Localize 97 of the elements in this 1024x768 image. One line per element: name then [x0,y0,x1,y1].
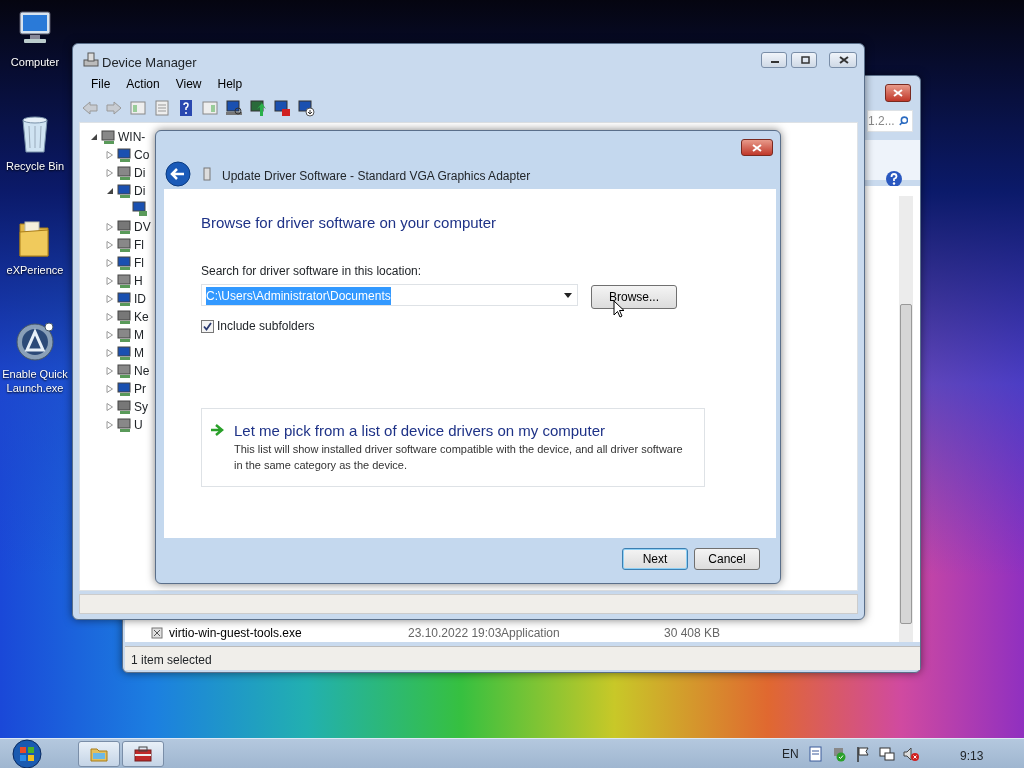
desktop-icon-label[interactable]: Enable Quick Launch.exe [0,367,70,395]
tree-item[interactable]: Ne [134,362,150,380]
back-icon[interactable] [165,161,191,187]
arrow-icon [210,424,224,436]
close-button[interactable] [885,84,911,102]
document-icon[interactable] [806,746,823,762]
device-icon [116,327,132,343]
close-icon [838,56,850,64]
device-icon [100,129,116,145]
option-card[interactable]: Let me pick from a list of device drivers on my computer This list will show installed driver software compatible with the device, and all driver software in the same category as the device. [201,408,705,487]
scroll-thumb[interactable] [900,304,912,624]
mouse-pointer-icon [613,300,625,318]
dialog-button[interactable]: Cancel [694,548,760,570]
help-icon[interactable] [885,170,903,188]
tree-item[interactable]: U [134,416,143,434]
tree-item[interactable]: DV [134,218,151,236]
scrollbar[interactable] [899,196,913,642]
file-icon [151,627,163,639]
toolbox-icon [133,744,153,764]
minimize-button[interactable] [761,52,787,68]
help-icon[interactable] [177,99,195,117]
tree-item[interactable]: Pr [134,380,146,398]
display-adapter-icon[interactable] [132,201,148,217]
option-title[interactable]: Let me pick from a list of device drivers on my computer [234,420,605,443]
close-icon [752,144,762,152]
search-field[interactable]: 1.2... [867,110,913,132]
device-icon [116,219,132,235]
file-type: Application [501,625,561,642]
scan-icon[interactable] [225,99,243,117]
uninstall-icon[interactable] [273,99,291,117]
tree-item[interactable]: Di [134,164,146,182]
maximize-icon [799,56,811,64]
expander-icon[interactable] [90,133,98,141]
tree-item[interactable]: M [134,344,144,362]
tree-item[interactable]: Sy [134,398,148,416]
device-icon [116,417,132,433]
option-description: This list will show installed driver software compatible with the device, and all driver software in the same category as the device. [234,442,684,473]
device-icon [116,255,132,271]
device-icon [116,345,132,361]
flag-icon[interactable] [854,746,871,762]
network-icon[interactable] [878,746,895,762]
device-icon [116,291,132,307]
desktop-icon-label[interactable]: eXPerience [6,263,64,277]
device-icon [116,237,132,253]
device-icon [116,147,132,163]
checkbox-label[interactable]: Include subfolders [217,317,315,335]
expander-icon[interactable] [106,187,114,195]
caret-icon [564,293,572,298]
device-icon [116,309,132,325]
tree-item[interactable]: Fl [134,254,144,272]
dialog-heading: Browse for driver software on your computer [201,213,497,233]
desktop-icon-label[interactable]: Recycle Bin [5,159,65,173]
device-icon [116,381,132,397]
tree-item[interactable]: Di [134,182,146,200]
tree-item[interactable]: Ke [134,308,149,326]
tree-item[interactable]: H [134,272,143,290]
device-icon [116,399,132,415]
device-manager-icon [83,52,99,68]
explorer-taskbar-button[interactable] [78,741,120,767]
device-icon [116,165,132,181]
search-icon [898,115,908,127]
close-icon [893,89,903,97]
maximize-button[interactable] [791,52,817,68]
menu-item[interactable]: View [167,75,210,93]
close-button[interactable] [741,139,773,156]
menu-item[interactable]: Help [209,75,251,93]
app-icon[interactable] [14,320,56,364]
start-button[interactable] [10,739,44,768]
update-driver-icon[interactable] [249,99,267,117]
device-icon [116,183,132,199]
status-text: 1 item selected [131,652,212,669]
dialog-button[interactable]: Next [622,548,688,570]
muted-speaker-icon[interactable] [902,746,919,762]
file-date: 23.10.2022 19:03 [408,625,501,642]
clock[interactable]: 9:13 [960,747,984,765]
tree-item[interactable]: ID [134,290,146,308]
checkbox[interactable] [201,319,214,333]
browse-button[interactable]: Browse... [591,285,677,309]
adapter-icon [202,166,212,182]
window-title: Device Manager [102,54,197,72]
disable-icon[interactable] [297,99,315,117]
dialog-title: Update Driver Software - Standard VGA Graphics Adapter [222,168,531,185]
tree-item[interactable]: Fl [134,236,144,254]
tree-item[interactable]: Co [134,146,150,164]
menu-item[interactable]: Action [118,75,168,93]
tree-item[interactable]: M [134,326,144,344]
file-name[interactable]: virtio-win-guest-tools.exe [169,624,408,642]
tree-item[interactable]: WIN- [118,128,146,146]
location-label: Search for driver software in this location: [201,263,422,280]
device-icon [116,273,132,289]
desktop-icon-label[interactable]: Computer [10,55,60,69]
close-button[interactable] [829,52,857,68]
file-size: 30 408 KB [664,625,722,642]
menu-item[interactable]: File [83,75,119,93]
language-indicator[interactable]: EN [782,745,799,763]
device-manager-taskbar-button[interactable] [122,741,164,767]
device-icon [116,363,132,379]
